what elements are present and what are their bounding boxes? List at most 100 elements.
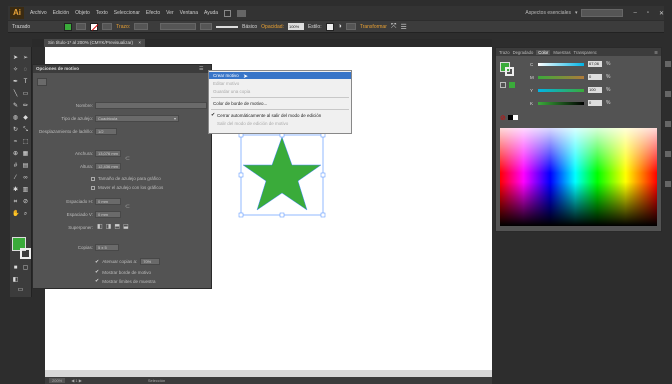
none-color-icon[interactable]: ⊘ <box>500 114 506 122</box>
handle-right[interactable] <box>320 172 326 178</box>
panel-menu-icon[interactable]: ☰ <box>199 66 203 72</box>
handle-bottom-left[interactable] <box>238 212 244 218</box>
menu-seleccionar[interactable]: Seleccionar <box>114 10 140 16</box>
maximize-icon[interactable]: ▫ <box>647 10 649 16</box>
handle-bottom-right[interactable] <box>320 212 326 218</box>
dim-copies-field[interactable]: 70% <box>140 258 161 265</box>
size-to-art-row[interactable]: Tamaño de azulejo para gráfico <box>91 176 161 181</box>
dock-panel-icon[interactable] <box>665 151 671 157</box>
search-input[interactable] <box>581 9 624 17</box>
dock-panel-icon[interactable] <box>665 61 671 67</box>
panel-options-icon[interactable]: ☰ <box>400 23 406 31</box>
tab-trazo[interactable]: Trazo <box>499 50 510 55</box>
rotate-tool-icon[interactable]: ↻ <box>12 127 19 134</box>
zoom-tool-icon[interactable]: ⌕ <box>22 211 29 218</box>
menu-edicion[interactable]: Edición <box>53 10 69 16</box>
menu-item-color-borde[interactable]: Color de borde de motivo... <box>213 100 267 107</box>
zoom-level-field[interactable]: 200% <box>49 378 66 383</box>
pattern-tile-tool-icon[interactable] <box>37 78 47 86</box>
stroke-dropdown[interactable] <box>102 23 113 30</box>
bridge-icon[interactable] <box>224 9 232 17</box>
shape-builder-tool-icon[interactable]: ⊕ <box>12 151 19 158</box>
dock-panel-icon[interactable] <box>665 121 671 127</box>
out-of-gamut-icon[interactable] <box>500 82 506 88</box>
channel-y-slider[interactable] <box>538 88 584 92</box>
arrange-documents-icon[interactable] <box>237 9 247 17</box>
dim-copies-row[interactable]: ✔ Atenuar copias a: 70% <box>95 258 161 265</box>
gamut-color-swatch[interactable] <box>509 82 515 88</box>
menu-archivo[interactable]: Archivo <box>30 10 47 16</box>
pen-tool-icon[interactable]: ✒ <box>12 79 19 86</box>
fill-swatch[interactable] <box>64 22 73 31</box>
horizontal-scrollbar[interactable] <box>45 370 492 377</box>
line-tool-icon[interactable]: ╲ <box>12 91 19 98</box>
channel-c-slider[interactable] <box>538 62 584 66</box>
graph-tool-icon[interactable]: ▥ <box>22 187 29 194</box>
link-spacing-icon[interactable]: ⊂ <box>125 203 130 210</box>
lasso-tool-icon[interactable]: ◌ <box>22 67 29 74</box>
hand-tool-icon[interactable]: ✋ <box>12 211 19 218</box>
v-spacing-field[interactable]: 0 mm <box>95 211 121 218</box>
channel-k-field[interactable]: 0 <box>588 100 602 106</box>
menu-item-crear-motivo[interactable]: Crear motivo <box>209 72 351 79</box>
screen-mode-icon[interactable]: ▭ <box>17 287 24 294</box>
menu-ver[interactable]: Ver <box>166 10 174 16</box>
transform-label[interactable]: Transformar <box>360 24 387 30</box>
menu-ayuda[interactable]: Ayuda <box>204 10 218 16</box>
menu-objeto[interactable]: Objeto <box>75 10 90 16</box>
style-swatch[interactable] <box>325 22 334 31</box>
document-tab[interactable]: Sin título-1* al 200% (CMYK/Previsualiza… <box>44 39 145 47</box>
show-tile-edge-check-icon[interactable]: ✔ <box>95 269 99 275</box>
warp-tool-icon[interactable]: ≈ <box>12 139 19 146</box>
menu-texto[interactable]: Texto <box>96 10 108 16</box>
menu-ventana[interactable]: Ventana <box>180 10 198 16</box>
dock-panel-icon[interactable] <box>665 91 671 97</box>
overlap-left-icon[interactable]: ◧ <box>97 223 103 230</box>
close-tab-icon[interactable]: × <box>138 40 141 45</box>
copies-select[interactable]: 5 x 5 <box>95 244 119 251</box>
stroke-weight-field[interactable] <box>134 23 149 30</box>
type-tool-icon[interactable]: T <box>22 79 29 86</box>
overlap-bottom-icon[interactable]: ⬓ <box>123 223 129 230</box>
stroke-label[interactable]: Trazo: <box>116 24 130 30</box>
minimize-icon[interactable]: – <box>633 10 636 16</box>
blob-brush-tool-icon[interactable]: ◍ <box>12 115 19 122</box>
channel-m-field[interactable]: 0 <box>588 74 602 80</box>
scale-tool-icon[interactable]: ⤡ <box>22 127 29 134</box>
menu-efecto[interactable]: Efecto <box>146 10 160 16</box>
channel-k-slider[interactable] <box>538 101 584 105</box>
draw-mode-icon[interactable]: ◧ <box>12 277 19 284</box>
variable-width-dropdown[interactable] <box>160 23 197 30</box>
fill-dropdown[interactable] <box>76 23 87 30</box>
opacity-label[interactable]: Opacidad: <box>261 24 284 30</box>
height-field[interactable]: 12,436 mm <box>95 163 121 170</box>
menu-item-salir-edicion[interactable]: Salir del modo de edición de motivo <box>217 120 288 127</box>
width-field[interactable]: 13,076 mm <box>95 150 121 157</box>
artboard-tool-icon[interactable]: ⌗ <box>12 199 19 206</box>
blend-tool-icon[interactable]: ∞ <box>22 175 29 182</box>
workspace-switcher[interactable]: Aspectos esenciales ▾ <box>525 9 624 17</box>
stroke-swatch[interactable] <box>90 22 99 31</box>
align-dropdown[interactable] <box>345 23 356 30</box>
tab-muestras[interactable]: Muestras <box>553 50 570 55</box>
tab-transparencia[interactable]: Transparenc <box>574 50 597 55</box>
pencil-tool-icon[interactable]: ✏ <box>22 103 29 110</box>
channel-y-field[interactable]: 100 <box>588 87 602 93</box>
tile-type-select[interactable]: Cuadrícula ▾ <box>95 115 179 122</box>
none-mode-icon[interactable]: ▢ <box>22 265 29 272</box>
direct-selection-tool-icon[interactable]: ➢ <box>22 55 29 62</box>
gradient-tool-icon[interactable]: ▤ <box>22 163 29 170</box>
show-swatch-bounds-row[interactable]: ✔ Mostrar límites de muestra <box>95 278 155 284</box>
white-color-swatch[interactable] <box>513 115 518 120</box>
free-transform-tool-icon[interactable]: ⬚ <box>22 139 29 146</box>
close-icon[interactable]: ✕ <box>659 10 664 17</box>
link-proportions-icon[interactable]: ⊂ <box>125 155 130 162</box>
dim-copies-check-icon[interactable]: ✔ <box>95 259 99 265</box>
menu-item-editar-motivo[interactable]: Editar motivo <box>213 80 239 87</box>
color-panel-stroke-swatch[interactable] <box>505 67 514 76</box>
brick-offset-select[interactable]: 1/2 <box>95 128 117 135</box>
stroke-color-box[interactable] <box>20 248 31 259</box>
menu-item-guardar-copia[interactable]: Guardar una copia <box>213 88 250 95</box>
move-tile-checkbox[interactable] <box>91 185 95 190</box>
eraser-tool-icon[interactable]: ◆ <box>22 115 29 122</box>
